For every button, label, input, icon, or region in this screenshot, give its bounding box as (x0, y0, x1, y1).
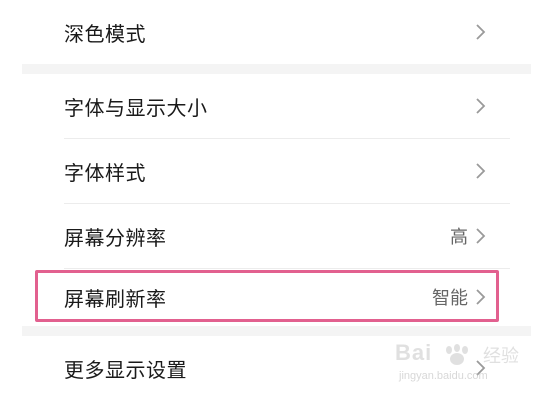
setting-label: 深色模式 (64, 21, 146, 46)
setting-label: 字体与显示大小 (64, 95, 208, 120)
setting-label: 更多显示设置 (64, 357, 187, 382)
chevron-right-icon (476, 228, 486, 244)
setting-row-font-style[interactable]: 字体样式 (22, 139, 531, 203)
setting-right (468, 161, 488, 181)
display-settings-list: 深色模式 字体与显示大小 字体样式 屏幕分辨率 高 屏幕刷新率 智能 更多显示设… (22, 0, 531, 400)
section-gap (22, 326, 531, 336)
setting-right: 智能 (432, 284, 488, 310)
setting-right (468, 96, 488, 116)
setting-right: 高 (450, 223, 488, 249)
chevron-right-icon (476, 163, 486, 179)
chevron-right-icon (476, 24, 486, 40)
setting-row-screen-resolution[interactable]: 屏幕分辨率 高 (22, 204, 531, 268)
section-gap (22, 64, 531, 74)
setting-row-more-display-settings[interactable]: 更多显示设置 (22, 336, 531, 400)
setting-row-screen-refresh-rate[interactable]: 屏幕刷新率 智能 (22, 269, 531, 325)
setting-row-dark-mode[interactable]: 深色模式 (22, 0, 531, 64)
setting-label: 屏幕分辨率 (64, 225, 167, 250)
setting-right (468, 358, 488, 378)
setting-right (468, 22, 488, 42)
setting-row-font-display-size[interactable]: 字体与显示大小 (22, 74, 531, 138)
setting-value: 高 (450, 227, 468, 248)
setting-label: 字体样式 (64, 160, 146, 185)
chevron-right-icon (476, 98, 486, 114)
chevron-right-icon (476, 289, 486, 305)
setting-label: 屏幕刷新率 (64, 286, 167, 311)
setting-value: 智能 (432, 288, 468, 309)
chevron-right-icon (476, 360, 486, 376)
